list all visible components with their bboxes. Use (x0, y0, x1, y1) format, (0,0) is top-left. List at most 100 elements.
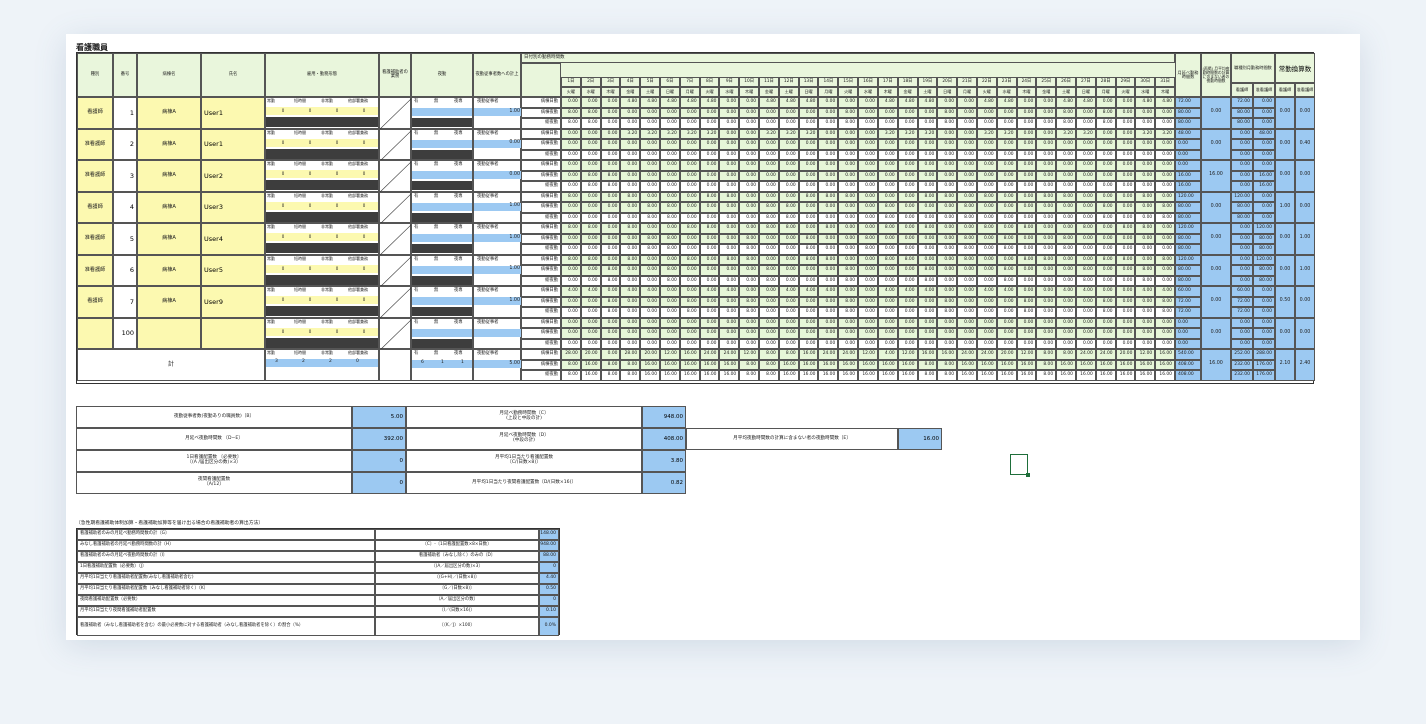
day-hours-cell[interactable]: 0.00 (719, 202, 740, 213)
day-hours-cell[interactable]: 0.00 (640, 254, 661, 265)
day-hours-cell[interactable]: 0.00 (858, 191, 878, 202)
day-hours-cell[interactable]: 0.00 (1155, 191, 1175, 202)
day-hours-cell[interactable]: 0.00 (660, 296, 680, 307)
day-hours-cell[interactable]: 4.00 (897, 286, 918, 297)
day-hours-cell[interactable]: 0.00 (976, 139, 997, 150)
day-hours-cell[interactable]: 8.00 (719, 254, 740, 265)
day-hours-cell[interactable]: 0.00 (739, 160, 760, 171)
day-hours-cell[interactable]: 0.00 (1056, 275, 1076, 286)
day-hours-cell[interactable]: 0.00 (1135, 233, 1156, 244)
day-hours-cell[interactable]: 8.00 (957, 202, 977, 213)
day-hours-cell[interactable]: 0.00 (679, 181, 700, 192)
day-hours-cell[interactable]: 0.00 (719, 149, 740, 160)
day-hours-cell[interactable]: 0.00 (778, 233, 799, 244)
day-hours-cell[interactable]: 0.00 (561, 170, 581, 181)
day-hours-cell[interactable]: 0.00 (897, 307, 918, 318)
day-hours-cell[interactable]: 0.00 (699, 160, 720, 171)
day-hours-cell[interactable]: 0.00 (798, 202, 819, 213)
day-hours-cell[interactable]: 8.00 (1075, 223, 1096, 234)
day-hours-cell[interactable]: 0.00 (600, 244, 621, 255)
day-hours-cell[interactable]: 0.00 (719, 317, 740, 328)
day-hours-cell[interactable]: 4.00 (620, 286, 641, 297)
day-hours-cell[interactable]: 0.00 (620, 118, 641, 129)
day-hours-cell[interactable]: 8.00 (976, 191, 997, 202)
day-hours-cell[interactable]: 0.00 (739, 97, 760, 108)
day-hours-cell[interactable]: 0.00 (838, 212, 859, 223)
day-hours-cell[interactable]: 0.00 (620, 338, 641, 349)
day-hours-cell[interactable]: 0.00 (640, 191, 661, 202)
day-hours-cell[interactable]: 0.00 (699, 149, 720, 160)
day-hours-cell[interactable]: 8.00 (561, 223, 581, 234)
day-hours-cell[interactable]: 0.00 (957, 338, 977, 349)
day-hours-cell[interactable]: 0.00 (739, 202, 760, 213)
day-hours-cell[interactable]: 0.00 (858, 97, 878, 108)
day-hours-cell[interactable]: 0.00 (798, 317, 819, 328)
day-hours-cell[interactable]: 0.00 (739, 317, 760, 328)
day-hours-cell[interactable]: 0.00 (699, 202, 720, 213)
day-hours-cell[interactable]: 0.00 (1095, 181, 1116, 192)
day-hours-cell[interactable]: 0.00 (1016, 107, 1037, 118)
staff-name[interactable]: User9 (201, 286, 265, 318)
day-hours-cell[interactable]: 0.00 (1155, 170, 1175, 181)
day-hours-cell[interactable]: 0.00 (1036, 338, 1057, 349)
day-hours-cell[interactable]: 0.00 (561, 296, 581, 307)
day-hours-cell[interactable]: 0.00 (1075, 160, 1096, 171)
day-hours-cell[interactable]: 8.00 (996, 275, 1017, 286)
day-hours-cell[interactable]: 0.00 (600, 160, 621, 171)
day-hours-cell[interactable]: 8.00 (1095, 254, 1116, 265)
work-option[interactable]: 0 (279, 108, 287, 114)
day-hours-cell[interactable]: 0.00 (719, 181, 740, 192)
day-hours-cell[interactable]: 8.00 (1095, 296, 1116, 307)
day-hours-cell[interactable]: 0.00 (1095, 223, 1116, 234)
day-hours-cell[interactable]: 0.00 (1095, 286, 1116, 297)
day-hours-cell[interactable]: 0.00 (818, 328, 839, 339)
day-hours-cell[interactable]: 0.00 (1036, 244, 1057, 255)
day-hours-cell[interactable]: 0.00 (877, 244, 898, 255)
day-hours-cell[interactable]: 0.00 (660, 254, 680, 265)
day-hours-cell[interactable]: 0.00 (739, 265, 760, 276)
day-hours-cell[interactable]: 8.00 (620, 223, 641, 234)
work-option[interactable]: 0 (279, 203, 287, 209)
day-hours-cell[interactable]: 0.00 (778, 296, 799, 307)
night-input-row[interactable] (412, 328, 472, 337)
day-hours-cell[interactable]: 0.00 (1016, 139, 1037, 150)
day-hours-cell[interactable]: 0.00 (699, 244, 720, 255)
day-hours-cell[interactable]: 8.00 (679, 296, 700, 307)
day-hours-cell[interactable]: 0.00 (1016, 338, 1037, 349)
day-hours-cell[interactable]: 0.00 (1115, 107, 1136, 118)
day-hours-cell[interactable]: 0.00 (1016, 128, 1037, 139)
day-hours-cell[interactable]: 0.00 (1115, 139, 1136, 150)
day-hours-cell[interactable]: 0.00 (838, 149, 859, 160)
staff-name[interactable]: User2 (201, 160, 265, 192)
day-hours-cell[interactable]: 0.00 (1155, 244, 1175, 255)
day-hours-cell[interactable]: 0.00 (600, 223, 621, 234)
day-hours-cell[interactable]: 0.00 (976, 244, 997, 255)
day-hours-cell[interactable]: 0.00 (580, 307, 601, 318)
day-hours-cell[interactable]: 3.20 (917, 128, 938, 139)
day-hours-cell[interactable]: 0.00 (1036, 160, 1057, 171)
night-count-value[interactable]: 1.00 (474, 108, 522, 116)
day-hours-cell[interactable]: 0.00 (917, 328, 938, 339)
day-hours-cell[interactable]: 8.00 (818, 254, 839, 265)
day-hours-cell[interactable]: 0.00 (1115, 170, 1136, 181)
day-hours-cell[interactable]: 8.00 (759, 202, 779, 213)
day-hours-cell[interactable]: 0.00 (996, 107, 1017, 118)
day-hours-cell[interactable]: 0.00 (1016, 160, 1037, 171)
day-hours-cell[interactable]: 0.00 (917, 118, 938, 129)
day-hours-cell[interactable]: 0.00 (1075, 170, 1096, 181)
work-option[interactable]: 0 (333, 297, 341, 303)
staff-type[interactable]: 准看護師 (77, 128, 113, 160)
day-hours-cell[interactable]: 0.00 (798, 118, 819, 129)
day-hours-cell[interactable]: 8.00 (1016, 254, 1037, 265)
day-hours-cell[interactable]: 0.00 (739, 212, 760, 223)
day-hours-cell[interactable]: 0.00 (1095, 265, 1116, 276)
work-option[interactable]: 0 (360, 203, 368, 209)
day-hours-cell[interactable]: 0.00 (620, 296, 641, 307)
day-hours-cell[interactable]: 8.00 (798, 254, 819, 265)
work-option[interactable]: 0 (333, 140, 341, 146)
day-hours-cell[interactable]: 0.00 (1036, 128, 1057, 139)
day-hours-cell[interactable]: 0.00 (1115, 296, 1136, 307)
day-hours-cell[interactable]: 0.00 (1056, 160, 1076, 171)
day-hours-cell[interactable]: 0.00 (699, 254, 720, 265)
night-input-row[interactable] (412, 108, 472, 116)
